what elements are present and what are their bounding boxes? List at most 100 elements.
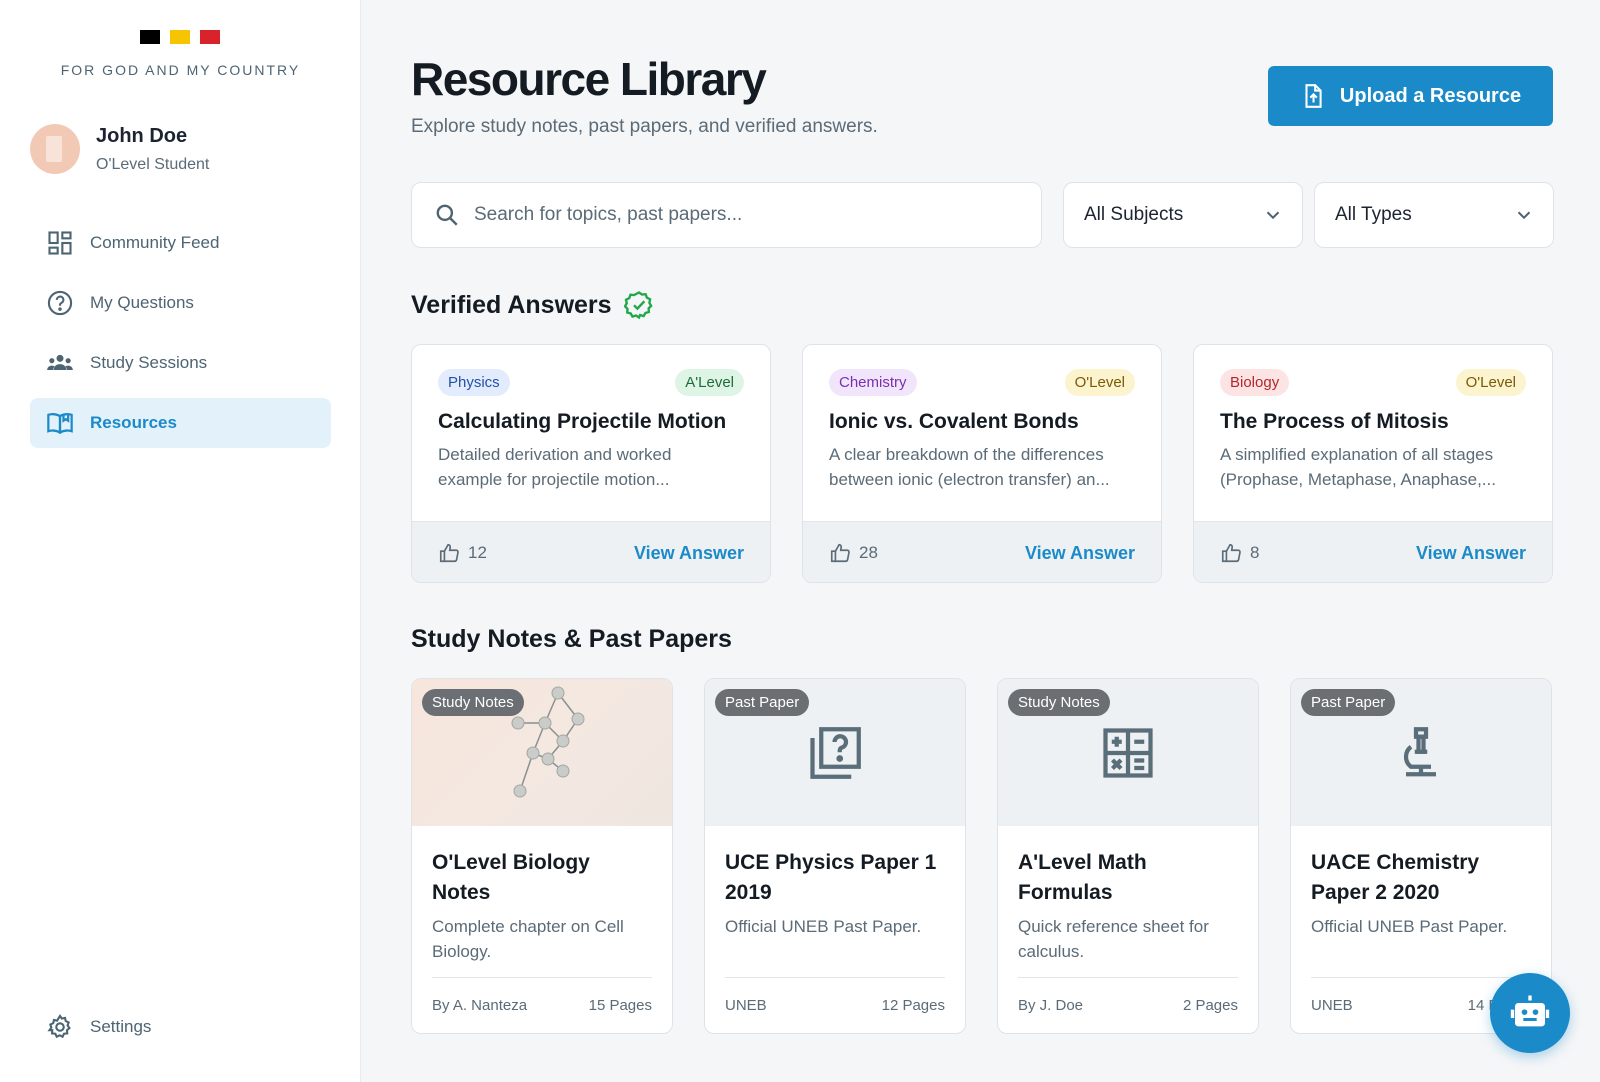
book-icon [47, 412, 73, 435]
chevron-down-icon [1266, 211, 1280, 220]
verified-answer-card[interactable]: Biology O'Level The Process of Mitosis A… [1193, 344, 1553, 583]
answer-description: Detailed derivation and worked example f… [438, 442, 744, 492]
resource-author: UNEB [725, 997, 767, 1014]
like-button[interactable]: 8 [1220, 542, 1259, 564]
settings-label: Settings [90, 1017, 152, 1036]
upload-resource-button[interactable]: Upload a Resource [1268, 66, 1553, 126]
answer-title: Ionic vs. Covalent Bonds [829, 410, 1079, 433]
sidebar-item-label: Community Feed [90, 233, 220, 252]
resource-card[interactable]: Study Notes O'Level Biology Notes Comple… [411, 678, 673, 1034]
question-circle-icon [47, 290, 73, 316]
verified-answer-card[interactable]: Chemistry O'Level Ionic vs. Covalent Bon… [802, 344, 1162, 583]
resource-thumbnail: Past Paper [705, 679, 965, 826]
resource-type-badge: Study Notes [1008, 689, 1110, 716]
like-count: 12 [468, 543, 487, 562]
search-bar [411, 182, 1042, 248]
answer-title: Calculating Projectile Motion [438, 410, 727, 433]
microscope-icon [1403, 726, 1436, 776]
like-button[interactable]: 12 [438, 542, 487, 564]
view-answer-link[interactable]: View Answer [1025, 543, 1135, 564]
search-icon [436, 204, 458, 226]
resource-thumbnail: Past Paper [1291, 679, 1551, 826]
verified-badge-icon [623, 291, 653, 320]
answer-description-line: (Prophase, Metaphase, Anaphase,... [1220, 470, 1496, 489]
chevron-down-icon [1517, 211, 1531, 220]
sidebar-item-label: Resources [90, 413, 177, 432]
answer-description-line: example for projectile motion... [438, 470, 670, 489]
answer-title: The Process of Mitosis [1220, 410, 1449, 433]
like-count: 28 [859, 543, 878, 562]
like-button[interactable]: 28 [829, 542, 878, 564]
file-upload-icon [1305, 84, 1322, 108]
resource-type-badge: Past Paper [1301, 689, 1396, 716]
resource-card[interactable]: Study Notes A'Level Math Formulas Quick … [997, 678, 1259, 1034]
resource-card[interactable]: Past Paper UCE Physics Paper 1 2019 Offi… [704, 678, 966, 1034]
sidebar-item-resources[interactable]: Resources [30, 398, 331, 448]
resource-author: By A. Nanteza [432, 997, 528, 1014]
subject-tag: Biology [1220, 369, 1290, 396]
subject-tag: Physics [438, 369, 510, 396]
thumbs-up-icon [439, 543, 459, 563]
sidebar-nav: Community Feed My Questions Study Sessio… [30, 218, 331, 458]
resource-description: Official UNEB Past Paper. [725, 917, 922, 936]
verified-answers-heading: Verified Answers [411, 290, 654, 320]
quiz-icon [810, 726, 861, 779]
robot-icon [1510, 995, 1550, 1027]
sidebar-item-study-sessions[interactable]: Study Sessions [30, 338, 331, 388]
flag-logo [140, 30, 220, 44]
sidebar: FOR GOD AND MY COUNTRY John Doe O'Level … [0, 0, 361, 1082]
resource-title: O'Level Biology Notes [432, 851, 590, 904]
sidebar-item-my-questions[interactable]: My Questions [30, 278, 331, 328]
resource-author: By J. Doe [1018, 997, 1084, 1014]
subject-select[interactable]: All Subjects [1063, 182, 1303, 248]
like-count: 8 [1250, 543, 1260, 562]
view-answer-link[interactable]: View Answer [634, 543, 744, 564]
page-title: Resource Library [411, 53, 767, 105]
answer-description-line: A clear breakdown of the differences [829, 445, 1104, 464]
gear-icon [47, 1013, 71, 1039]
calculator-icon [1103, 727, 1153, 778]
upload-resource-label: Upload a Resource [1339, 84, 1522, 107]
view-answer-link[interactable]: View Answer [1416, 543, 1526, 564]
verified-answer-card[interactable]: Physics A'Level Calculating Projectile M… [411, 344, 771, 583]
resource-title: UACE Chemistry Paper 2 2020 [1311, 851, 1480, 904]
answer-description-line: between ionic (electron transfer) an... [829, 470, 1110, 489]
resource-pages: 12 Pages [881, 997, 945, 1014]
verified-answers-title: Verified Answers [411, 290, 612, 319]
resource-description: Complete chapter on Cell Biology. [432, 917, 624, 961]
sidebar-item-community-feed[interactable]: Community Feed [30, 218, 331, 268]
user-profile[interactable]: John Doe O'Level Student [30, 124, 209, 174]
thumbs-up-icon [1221, 543, 1241, 563]
search-input[interactable] [474, 204, 1014, 226]
page-subtitle: Explore study notes, past papers, and ve… [411, 116, 878, 137]
answer-description-line: Detailed derivation and worked [438, 445, 672, 464]
subject-tag: Chemistry [829, 369, 917, 396]
resource-pages: 15 Pages [588, 997, 652, 1014]
user-role: O'Level Student [96, 155, 210, 173]
resources-heading: Study Notes & Past Papers [411, 625, 732, 653]
resource-type-badge: Past Paper [715, 689, 810, 716]
sidebar-item-label: My Questions [90, 293, 194, 312]
subject-select-value: All Subjects [1084, 204, 1184, 225]
group-icon [47, 354, 73, 370]
dashboard-icon [48, 231, 72, 255]
resource-thumbnail: Study Notes [998, 679, 1258, 826]
level-tag: O'Level [1455, 369, 1526, 396]
assistant-bot-button[interactable] [1490, 973, 1570, 1053]
thumbs-up-icon [830, 543, 850, 563]
resource-pages: 2 Pages [1182, 997, 1238, 1014]
resource-thumbnail: Study Notes [412, 679, 672, 826]
sidebar-item-settings[interactable]: Settings [46, 1013, 151, 1041]
answer-description: A clear breakdown of the differences bet… [829, 442, 1135, 492]
level-tag: A'Level [675, 369, 744, 396]
resource-description: Official UNEB Past Paper. [1311, 917, 1508, 936]
resource-author: UNEB [1311, 997, 1353, 1014]
type-select[interactable]: All Types [1314, 182, 1554, 248]
resource-type-badge: Study Notes [422, 689, 524, 716]
answer-description-line: A simplified explanation of all stages [1220, 445, 1494, 464]
resource-description: Quick reference sheet for calculus. [1018, 917, 1209, 961]
avatar [30, 124, 80, 174]
level-tag: O'Level [1064, 369, 1135, 396]
sidebar-item-label: Study Sessions [90, 353, 208, 372]
type-select-value: All Types [1335, 204, 1412, 225]
